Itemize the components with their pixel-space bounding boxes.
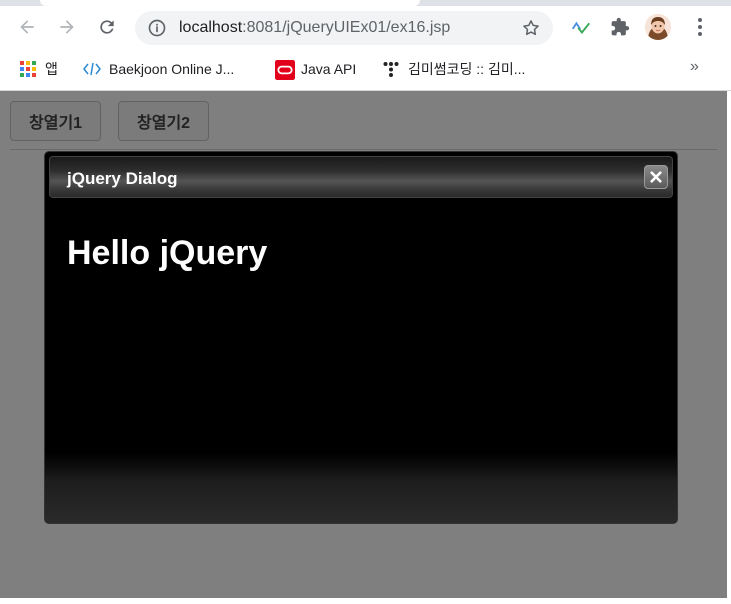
arrow-left-icon xyxy=(20,20,34,34)
tistory-icon xyxy=(382,60,400,78)
bookmark-tistory[interactable]: 김미썸코딩 :: 김미... xyxy=(382,58,525,80)
bookmark-label: 김미썸코딩 :: 김미... xyxy=(408,61,526,77)
bookmark-label: Java API xyxy=(301,61,357,77)
arrow-right-icon xyxy=(60,20,74,34)
browser-menu-button[interactable] xyxy=(688,14,712,40)
reload-button[interactable] xyxy=(92,12,122,42)
bookmark-label: 앱 xyxy=(45,61,58,77)
bookmark-apps[interactable]: 앱 xyxy=(19,58,58,80)
menu-dot-icon xyxy=(698,32,702,36)
forward-button[interactable] xyxy=(52,12,82,42)
oracle-icon xyxy=(275,60,295,80)
reload-icon xyxy=(100,20,114,34)
bookmark-java-api[interactable]: Java API xyxy=(275,58,356,80)
browser-chrome: localhost:8081/jQueryUIEx01/ex16.jsp 앱 B… xyxy=(0,0,731,91)
profile-avatar[interactable] xyxy=(645,14,671,40)
extensions-puzzle-icon[interactable] xyxy=(607,14,633,40)
dialog-titlebar[interactable]: jQuery Dialog xyxy=(49,156,673,198)
close-icon xyxy=(650,171,662,183)
dialog-close-button[interactable] xyxy=(644,165,668,189)
apps-grid-icon xyxy=(19,60,37,78)
more-bookmarks-button[interactable]: » xyxy=(690,58,699,76)
jquery-dialog: jQuery Dialog Hello jQuery xyxy=(44,151,678,524)
address-bar[interactable]: localhost:8081/jQueryUIEx01/ex16.jsp xyxy=(135,11,553,45)
menu-dot-icon xyxy=(698,18,702,22)
bookmark-label: Baekjoon Online J... xyxy=(109,61,235,77)
menu-dot-icon xyxy=(698,25,702,29)
back-button[interactable] xyxy=(12,12,42,42)
url-path: :8081/jQueryUIEx01/ex16.jsp xyxy=(242,19,451,36)
bookmark-baekjoon[interactable]: Baekjoon Online J... xyxy=(83,58,234,80)
star-icon[interactable] xyxy=(521,18,541,38)
url-host: localhost xyxy=(179,19,243,36)
window-edge xyxy=(727,91,731,604)
info-icon[interactable] xyxy=(147,18,167,38)
dialog-title: jQuery Dialog xyxy=(67,169,178,188)
code-brackets-icon xyxy=(83,60,101,78)
window-edge-bottom xyxy=(0,598,731,604)
dialog-footer-sheen xyxy=(45,453,677,523)
bookmarks-bar: 앱 Baekjoon Online J... Java API 김미썸코딩::… xyxy=(0,52,731,84)
url-text[interactable]: localhost:8081/jQueryUIEx01/ex16.jsp xyxy=(179,19,450,37)
dialog-content-heading: Hello jQuery xyxy=(67,234,268,272)
extension-check-icon[interactable] xyxy=(568,14,594,40)
browser-toolbar: localhost:8081/jQueryUIEx01/ex16.jsp xyxy=(0,6,731,50)
